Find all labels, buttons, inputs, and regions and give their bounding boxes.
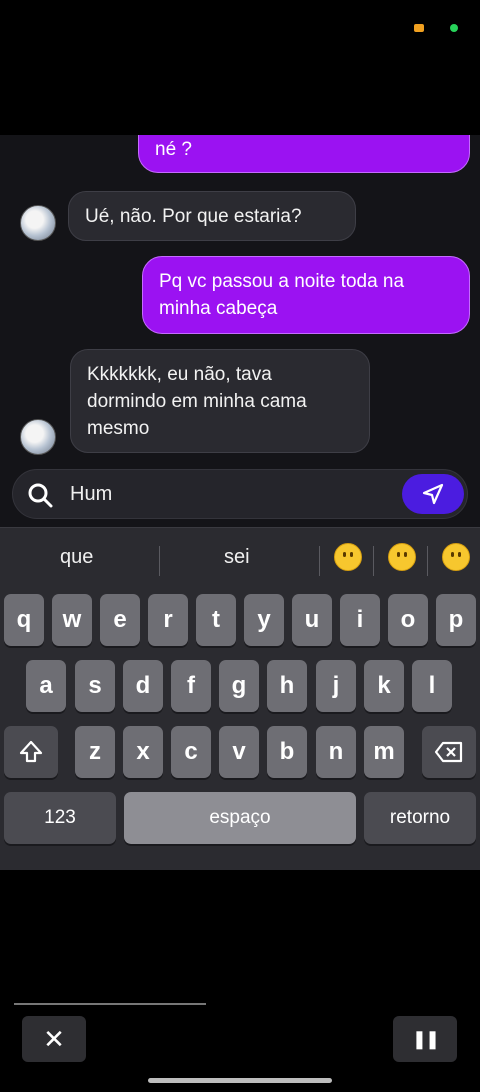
message-bubble-outgoing: Pq vc passou a noite toda na minha cabeç… bbox=[142, 256, 470, 334]
message-text: né ? bbox=[155, 139, 192, 160]
space-key[interactable]: espaço bbox=[124, 792, 356, 844]
message-bubble-incoming: Kkkkkkk, eu não, tava dormindo em minha … bbox=[70, 349, 370, 453]
input-value[interactable]: Hum bbox=[70, 483, 112, 506]
keyboard: que sei q w e r t y u i o p a s d f g h … bbox=[0, 527, 480, 871]
key-l[interactable]: l bbox=[412, 660, 452, 712]
key-v[interactable]: v bbox=[219, 726, 259, 778]
key-w[interactable]: w bbox=[52, 594, 92, 646]
message-text-line: mesmo bbox=[87, 418, 150, 439]
key-a[interactable]: a bbox=[26, 660, 66, 712]
key-o[interactable]: o bbox=[388, 594, 428, 646]
green-indicator bbox=[450, 24, 458, 32]
key-n[interactable]: n bbox=[316, 726, 356, 778]
status-indicators bbox=[414, 24, 458, 32]
divider bbox=[427, 546, 428, 576]
key-x[interactable]: x bbox=[123, 726, 163, 778]
key-i[interactable]: i bbox=[340, 594, 380, 646]
key-k[interactable]: k bbox=[364, 660, 404, 712]
key-f[interactable]: f bbox=[171, 660, 211, 712]
key-u[interactable]: u bbox=[292, 594, 332, 646]
key-s[interactable]: s bbox=[75, 660, 115, 712]
key-e[interactable]: e bbox=[100, 594, 140, 646]
key-d[interactable]: d bbox=[123, 660, 163, 712]
player-controls: ✕ ❚❚ bbox=[0, 870, 480, 1092]
key-j[interactable]: j bbox=[316, 660, 356, 712]
suggestion-bar: que sei bbox=[0, 528, 480, 590]
close-icon: ✕ bbox=[43, 1023, 65, 1054]
key-r[interactable]: r bbox=[148, 594, 188, 646]
home-indicator[interactable] bbox=[148, 1078, 332, 1083]
message-bubble-incoming: Ué, não. Por que estaria? bbox=[68, 191, 356, 241]
key-z[interactable]: z bbox=[75, 726, 115, 778]
key-g[interactable]: g bbox=[219, 660, 259, 712]
message-input[interactable]: Hum bbox=[12, 469, 468, 519]
orange-indicator bbox=[414, 24, 424, 32]
backspace-key[interactable] bbox=[422, 726, 476, 778]
divider bbox=[159, 546, 160, 576]
message-text: Ué, não. Por que estaria? bbox=[85, 206, 302, 227]
message-text-line: dormindo em minha cama bbox=[87, 391, 307, 412]
message-text-line: Kkkkkkk, eu não, tava bbox=[87, 364, 272, 385]
slightly-frowning-emoji[interactable] bbox=[334, 543, 362, 571]
send-button[interactable] bbox=[402, 474, 464, 514]
pause-icon: ❚❚ bbox=[411, 1028, 440, 1049]
avatar[interactable] bbox=[20, 205, 56, 241]
divider bbox=[373, 546, 374, 576]
shift-icon bbox=[19, 740, 43, 763]
divider bbox=[319, 546, 320, 576]
suggestion-que[interactable]: que bbox=[60, 546, 93, 569]
key-p[interactable]: p bbox=[436, 594, 476, 646]
key-c[interactable]: c bbox=[171, 726, 211, 778]
return-key[interactable]: retorno bbox=[364, 792, 476, 844]
key-t[interactable]: t bbox=[196, 594, 236, 646]
message-text-line: minha cabeça bbox=[159, 298, 278, 319]
chat-area: né ? Ué, não. Por que estaria? Pq vc pas… bbox=[0, 135, 480, 465]
key-q[interactable]: q bbox=[4, 594, 44, 646]
suggestion-sei[interactable]: sei bbox=[224, 546, 250, 569]
message-text-line: Pq vc passou a noite toda na bbox=[159, 271, 405, 292]
face-with-monocle-emoji[interactable] bbox=[388, 543, 416, 571]
avatar[interactable] bbox=[20, 419, 56, 455]
shift-key[interactable] bbox=[4, 726, 58, 778]
message-bubble-outgoing: né ? bbox=[138, 135, 470, 173]
search-icon bbox=[28, 483, 53, 508]
key-m[interactable]: m bbox=[364, 726, 404, 778]
close-button[interactable]: ✕ bbox=[22, 1016, 86, 1062]
pause-button[interactable]: ❚❚ bbox=[393, 1016, 457, 1062]
key-b[interactable]: b bbox=[267, 726, 307, 778]
message-input-bar: Hum bbox=[0, 465, 480, 527]
backspace-icon bbox=[434, 741, 463, 763]
send-icon bbox=[422, 483, 444, 505]
numbers-key[interactable]: 123 bbox=[4, 792, 116, 844]
key-y[interactable]: y bbox=[244, 594, 284, 646]
neutral-face-emoji[interactable] bbox=[442, 543, 470, 571]
key-h[interactable]: h bbox=[267, 660, 307, 712]
progress-bar[interactable] bbox=[14, 1003, 206, 1005]
